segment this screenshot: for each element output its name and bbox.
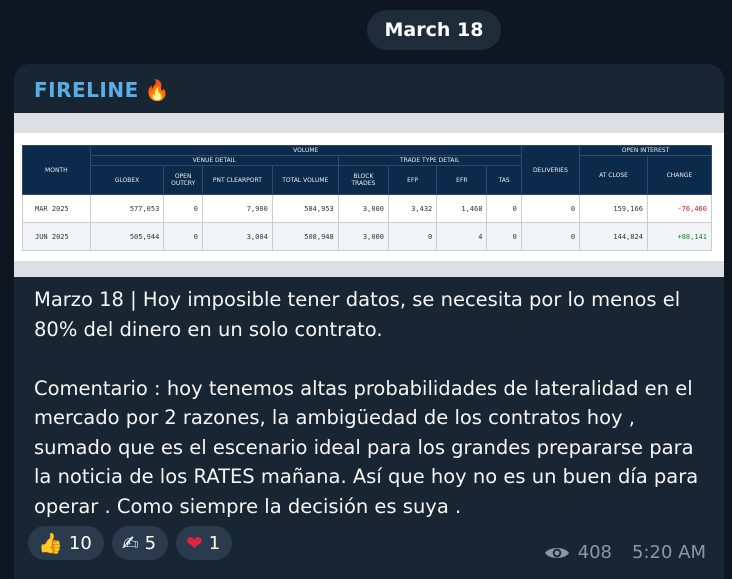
col-tas: TAS — [486, 165, 522, 195]
col-efp: EFP — [387, 165, 438, 195]
message-time: 5:20 AM — [632, 542, 706, 563]
reaction-count: 1 — [208, 532, 221, 554]
col-at-close: AT CLOSE — [579, 155, 648, 195]
cell-deliveries: 0 — [520, 194, 581, 223]
cell-month: JUN 2025 — [22, 222, 91, 251]
group-volume: VOLUME — [89, 145, 522, 156]
reaction-heart[interactable]: ❤ 1 — [176, 526, 233, 560]
cell-globex: 577,053 — [89, 194, 165, 223]
message-paragraph-1: Marzo 18 | Hoy imposible tener datos, se… — [34, 288, 687, 341]
message-meta: 408 5:20 AM — [544, 542, 706, 563]
thumbs-up-icon: 👍 — [38, 531, 63, 555]
cell-block-trades: 3,000 — [337, 222, 389, 251]
view-count: 408 — [577, 542, 612, 563]
channel-header[interactable]: FIRELINE 🔥 — [34, 78, 170, 102]
col-globex: GLOBEX — [89, 165, 165, 195]
heart-icon: ❤ — [186, 531, 203, 555]
cell-block-trades: 3,000 — [337, 194, 389, 223]
cell-tas: 0 — [486, 222, 522, 251]
cell-efp: 3,432 — [387, 194, 438, 223]
col-month: MONTH — [22, 145, 91, 195]
date-separator: March 18 — [367, 10, 501, 50]
cell-open-outcry: 0 — [163, 194, 203, 223]
cell-change: -76,460 — [646, 194, 713, 223]
col-pnt-clearport: PNT CLEARPORT — [201, 165, 273, 195]
cell-change: +88,141 — [646, 222, 713, 251]
group-open-interest: OPEN INTEREST — [579, 145, 712, 156]
cell-tas: 0 — [486, 194, 522, 223]
eye-icon — [544, 547, 569, 558]
message-paragraph-2: Comentario : hoy tenemos altas probabili… — [34, 376, 705, 518]
image-top-strip — [14, 113, 724, 133]
reactions-bar: 👍 10 ✍ 5 ❤ 1 — [28, 526, 233, 560]
cell-efr: 4 — [436, 222, 488, 251]
cell-deliveries: 0 — [520, 222, 581, 251]
col-open-outcry: OPEN OUTCRY — [163, 165, 203, 195]
cell-open-outcry: 0 — [163, 222, 203, 251]
message-text: Marzo 18 | Hoy imposible tener datos, se… — [34, 285, 714, 521]
date-label: March 18 — [384, 19, 484, 41]
col-total-volume: TOTAL VOLUME — [271, 165, 339, 195]
writing-hand-icon: ✍ — [121, 531, 139, 555]
table-row: JUN 2025 505,944 0 3,004 508,948 3,000 0… — [22, 222, 713, 251]
reaction-count: 10 — [68, 532, 92, 554]
col-change: CHANGE — [646, 155, 713, 195]
cell-pnt-clearport: 3,004 — [201, 222, 273, 251]
cell-total-volume: 508,948 — [271, 222, 339, 251]
cell-at-close: 144,824 — [579, 222, 648, 251]
cell-globex: 505,944 — [89, 222, 165, 251]
reaction-count: 5 — [144, 532, 157, 554]
group-trade-type-detail: TRADE TYPE DETAIL — [337, 155, 522, 166]
col-deliveries: DELIVERIES — [520, 145, 581, 195]
cell-efr: 1,468 — [436, 194, 488, 223]
attached-image[interactable]: MONTH VOLUME DELIVERIES OPEN INTEREST VE… — [14, 113, 724, 277]
cell-pnt-clearport: 7,900 — [201, 194, 273, 223]
volume-table: MONTH VOLUME DELIVERIES OPEN INTEREST VE… — [22, 145, 713, 251]
channel-name[interactable]: FIRELINE — [34, 78, 139, 102]
cell-total-volume: 584,953 — [271, 194, 339, 223]
reaction-thumbs-up[interactable]: 👍 10 — [28, 526, 104, 560]
group-venue-detail: VENUE DETAIL — [89, 155, 339, 166]
col-block-trades: BLOCK TRADES — [337, 165, 389, 195]
reaction-writing-hand[interactable]: ✍ 5 — [111, 526, 169, 560]
cell-month: MAR 2025 — [22, 194, 91, 223]
cell-at-close: 159,166 — [579, 194, 648, 223]
table-row: MAR 2025 577,053 0 7,900 584,953 3,000 3… — [22, 194, 713, 223]
col-efr: EFR — [436, 165, 488, 195]
fire-icon: 🔥 — [144, 78, 171, 102]
image-bottom-strip — [14, 261, 724, 277]
message-bubble: FIRELINE 🔥 MONTH VOLUME DELIVERIES OPEN … — [14, 64, 724, 579]
cell-efp: 0 — [387, 222, 438, 251]
